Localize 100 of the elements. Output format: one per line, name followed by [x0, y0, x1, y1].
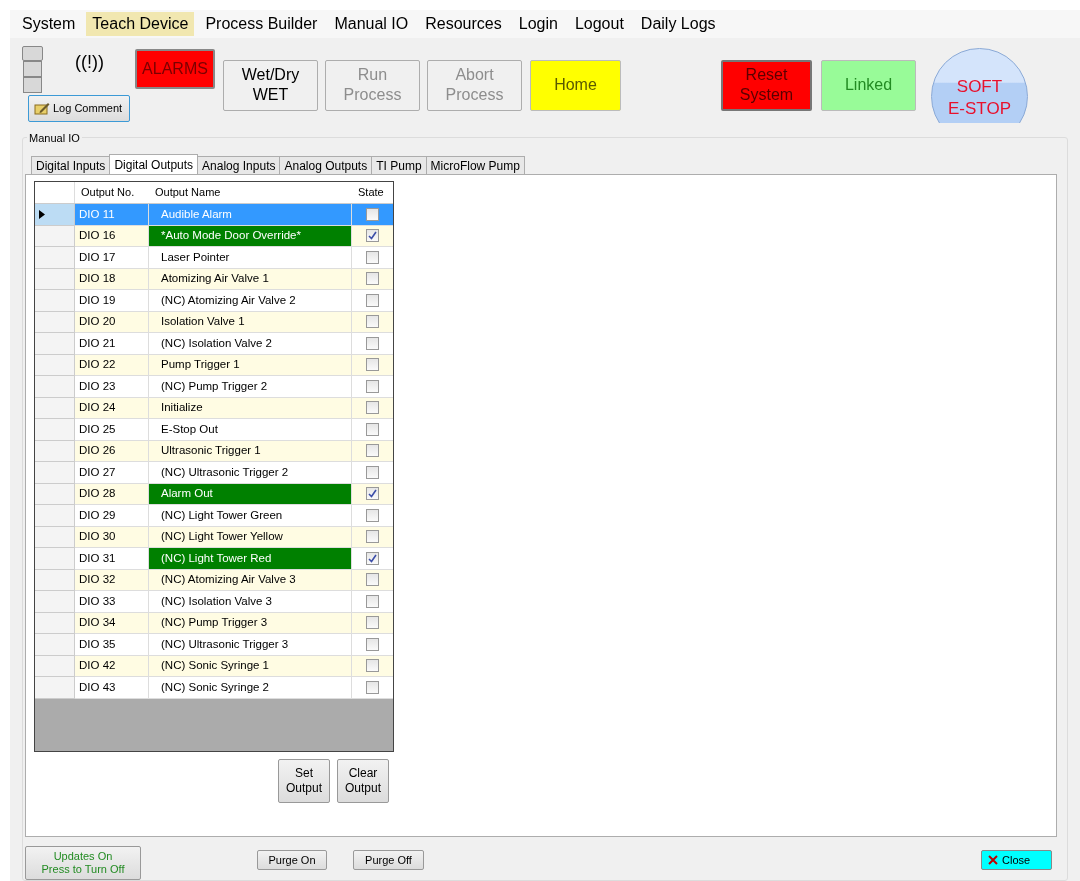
purge-off-button[interactable]: Purge Off — [353, 850, 424, 870]
table-cell: Laser Pointer — [149, 247, 352, 269]
column-header[interactable]: Output No. — [75, 182, 149, 203]
table-cell: Pump Trigger 1 — [149, 354, 352, 376]
state-checkbox[interactable] — [366, 573, 379, 587]
table-cell: DIO 18 — [75, 268, 149, 290]
tab[interactable]: MicroFlow Pump — [425, 156, 525, 174]
tab[interactable]: Digital Outputs — [109, 154, 199, 174]
close-button[interactable]: Close — [981, 850, 1052, 870]
table-cell: DIO 27 — [75, 462, 149, 484]
state-checkbox[interactable] — [366, 487, 379, 501]
stack-icon — [22, 45, 43, 93]
table-cell: DIO 43 — [75, 677, 149, 699]
table-cell: DIO 17 — [75, 247, 149, 269]
table-cell: E-Stop Out — [149, 419, 352, 441]
menu-item[interactable]: Login — [512, 11, 564, 36]
state-checkbox[interactable] — [366, 465, 379, 479]
tab[interactable]: TI Pump — [371, 156, 427, 174]
set-output-button[interactable]: Set Output — [278, 759, 330, 803]
toolbar-button[interactable]: Home — [530, 59, 621, 111]
table-cell: Alarm Out — [149, 483, 352, 505]
table-cell: DIO 34 — [75, 612, 149, 634]
state-checkbox[interactable] — [366, 272, 379, 286]
menu-item[interactable]: Resources — [419, 11, 508, 36]
table-cell: DIO 29 — [75, 505, 149, 527]
state-checkbox[interactable] — [366, 229, 379, 243]
table-cell: (NC) Atomizing Air Valve 2 — [149, 290, 352, 312]
table-cell: DIO 28 — [75, 483, 149, 505]
table-cell: Initialize — [149, 397, 352, 419]
column-header[interactable]: State — [352, 182, 393, 203]
table-cell: (NC) Light Tower Yellow — [149, 526, 352, 548]
state-checkbox[interactable] — [366, 422, 379, 436]
row-header[interactable] — [35, 204, 75, 226]
close-icon — [988, 855, 998, 865]
alarm-indicator: ((!)) — [75, 50, 104, 74]
menu-item[interactable]: Teach Device — [86, 11, 195, 36]
state-checkbox[interactable] — [366, 659, 379, 673]
log-comment-button[interactable]: Log Comment — [28, 94, 130, 122]
table-cell: (NC) Isolation Valve 3 — [149, 591, 352, 613]
tab[interactable]: Digital Inputs — [31, 156, 111, 174]
table-cell: DIO 24 — [75, 397, 149, 419]
state-checkbox[interactable] — [366, 207, 379, 221]
table-cell: (NC) Atomizing Air Valve 3 — [149, 569, 352, 591]
updates-toggle-button[interactable]: Updates On Press to Turn Off — [25, 846, 141, 880]
table-cell: (NC) Light Tower Red — [149, 548, 352, 570]
state-checkbox[interactable] — [366, 530, 379, 544]
table-cell: DIO 11 — [75, 204, 149, 226]
state-checkbox[interactable] — [366, 379, 379, 393]
table-cell: Isolation Valve 1 — [149, 311, 352, 333]
table-cell: DIO 26 — [75, 440, 149, 462]
column-header[interactable]: Output Name — [149, 182, 352, 203]
note-pencil-icon — [34, 101, 50, 116]
table-cell: DIO 25 — [75, 419, 149, 441]
table-cell: (NC) Sonic Syringe 1 — [149, 655, 352, 677]
table-cell: Ultrasonic Trigger 1 — [149, 440, 352, 462]
state-checkbox[interactable] — [366, 637, 379, 651]
tab[interactable]: Analog Outputs — [279, 156, 373, 174]
check-icon — [368, 553, 377, 563]
table-cell: DIO 42 — [75, 655, 149, 677]
state-checkbox[interactable] — [366, 508, 379, 522]
menu-item[interactable]: System — [16, 11, 82, 36]
table-cell: DIO 20 — [75, 311, 149, 333]
state-checkbox[interactable] — [366, 358, 379, 372]
table-cell: DIO 23 — [75, 376, 149, 398]
purge-on-button[interactable]: Purge On — [257, 850, 327, 870]
state-checkbox[interactable] — [366, 551, 379, 565]
state-checkbox[interactable] — [366, 680, 379, 694]
table-cell: (NC) Sonic Syringe 2 — [149, 677, 352, 699]
menu-item[interactable]: Logout — [568, 11, 630, 36]
clear-output-button[interactable]: Clear Output — [337, 759, 389, 803]
state-checkbox[interactable] — [366, 594, 379, 608]
menu-item[interactable]: Manual IO — [328, 11, 415, 36]
table-cell: DIO 22 — [75, 354, 149, 376]
table-cell: (NC) Pump Trigger 3 — [149, 612, 352, 634]
state-checkbox[interactable] — [366, 616, 379, 630]
menu-item[interactable]: Process Builder — [199, 11, 324, 36]
row-pointer-icon — [39, 209, 45, 219]
state-checkbox[interactable] — [366, 293, 379, 307]
table-cell: (NC) Ultrasonic Trigger 2 — [149, 462, 352, 484]
table-cell: Audible Alarm — [149, 204, 352, 226]
table-cell: DIO 31 — [75, 548, 149, 570]
table-cell: DIO 16 — [75, 225, 149, 247]
table-cell: (NC) Pump Trigger 2 — [149, 376, 352, 398]
menu-item[interactable]: Daily Logs — [634, 11, 722, 36]
toolbar-button[interactable]: Reset System — [721, 59, 812, 111]
table-cell: DIO 33 — [75, 591, 149, 613]
table-cell: (NC) Light Tower Green — [149, 505, 352, 527]
state-checkbox[interactable] — [366, 315, 379, 329]
state-checkbox[interactable] — [366, 401, 379, 415]
table-cell: DIO 19 — [75, 290, 149, 312]
state-checkbox[interactable] — [366, 250, 379, 264]
check-icon — [368, 231, 377, 241]
table-cell: DIO 21 — [75, 333, 149, 355]
state-checkbox[interactable] — [366, 336, 379, 350]
table-cell: (NC) Ultrasonic Trigger 3 — [149, 634, 352, 656]
table-cell: DIO 35 — [75, 634, 149, 656]
state-checkbox[interactable] — [366, 444, 379, 458]
table-cell: Atomizing Air Valve 1 — [149, 268, 352, 290]
toolbar-button[interactable]: Wet/Dry WET — [223, 59, 318, 111]
tab[interactable]: Analog Inputs — [197, 156, 281, 174]
